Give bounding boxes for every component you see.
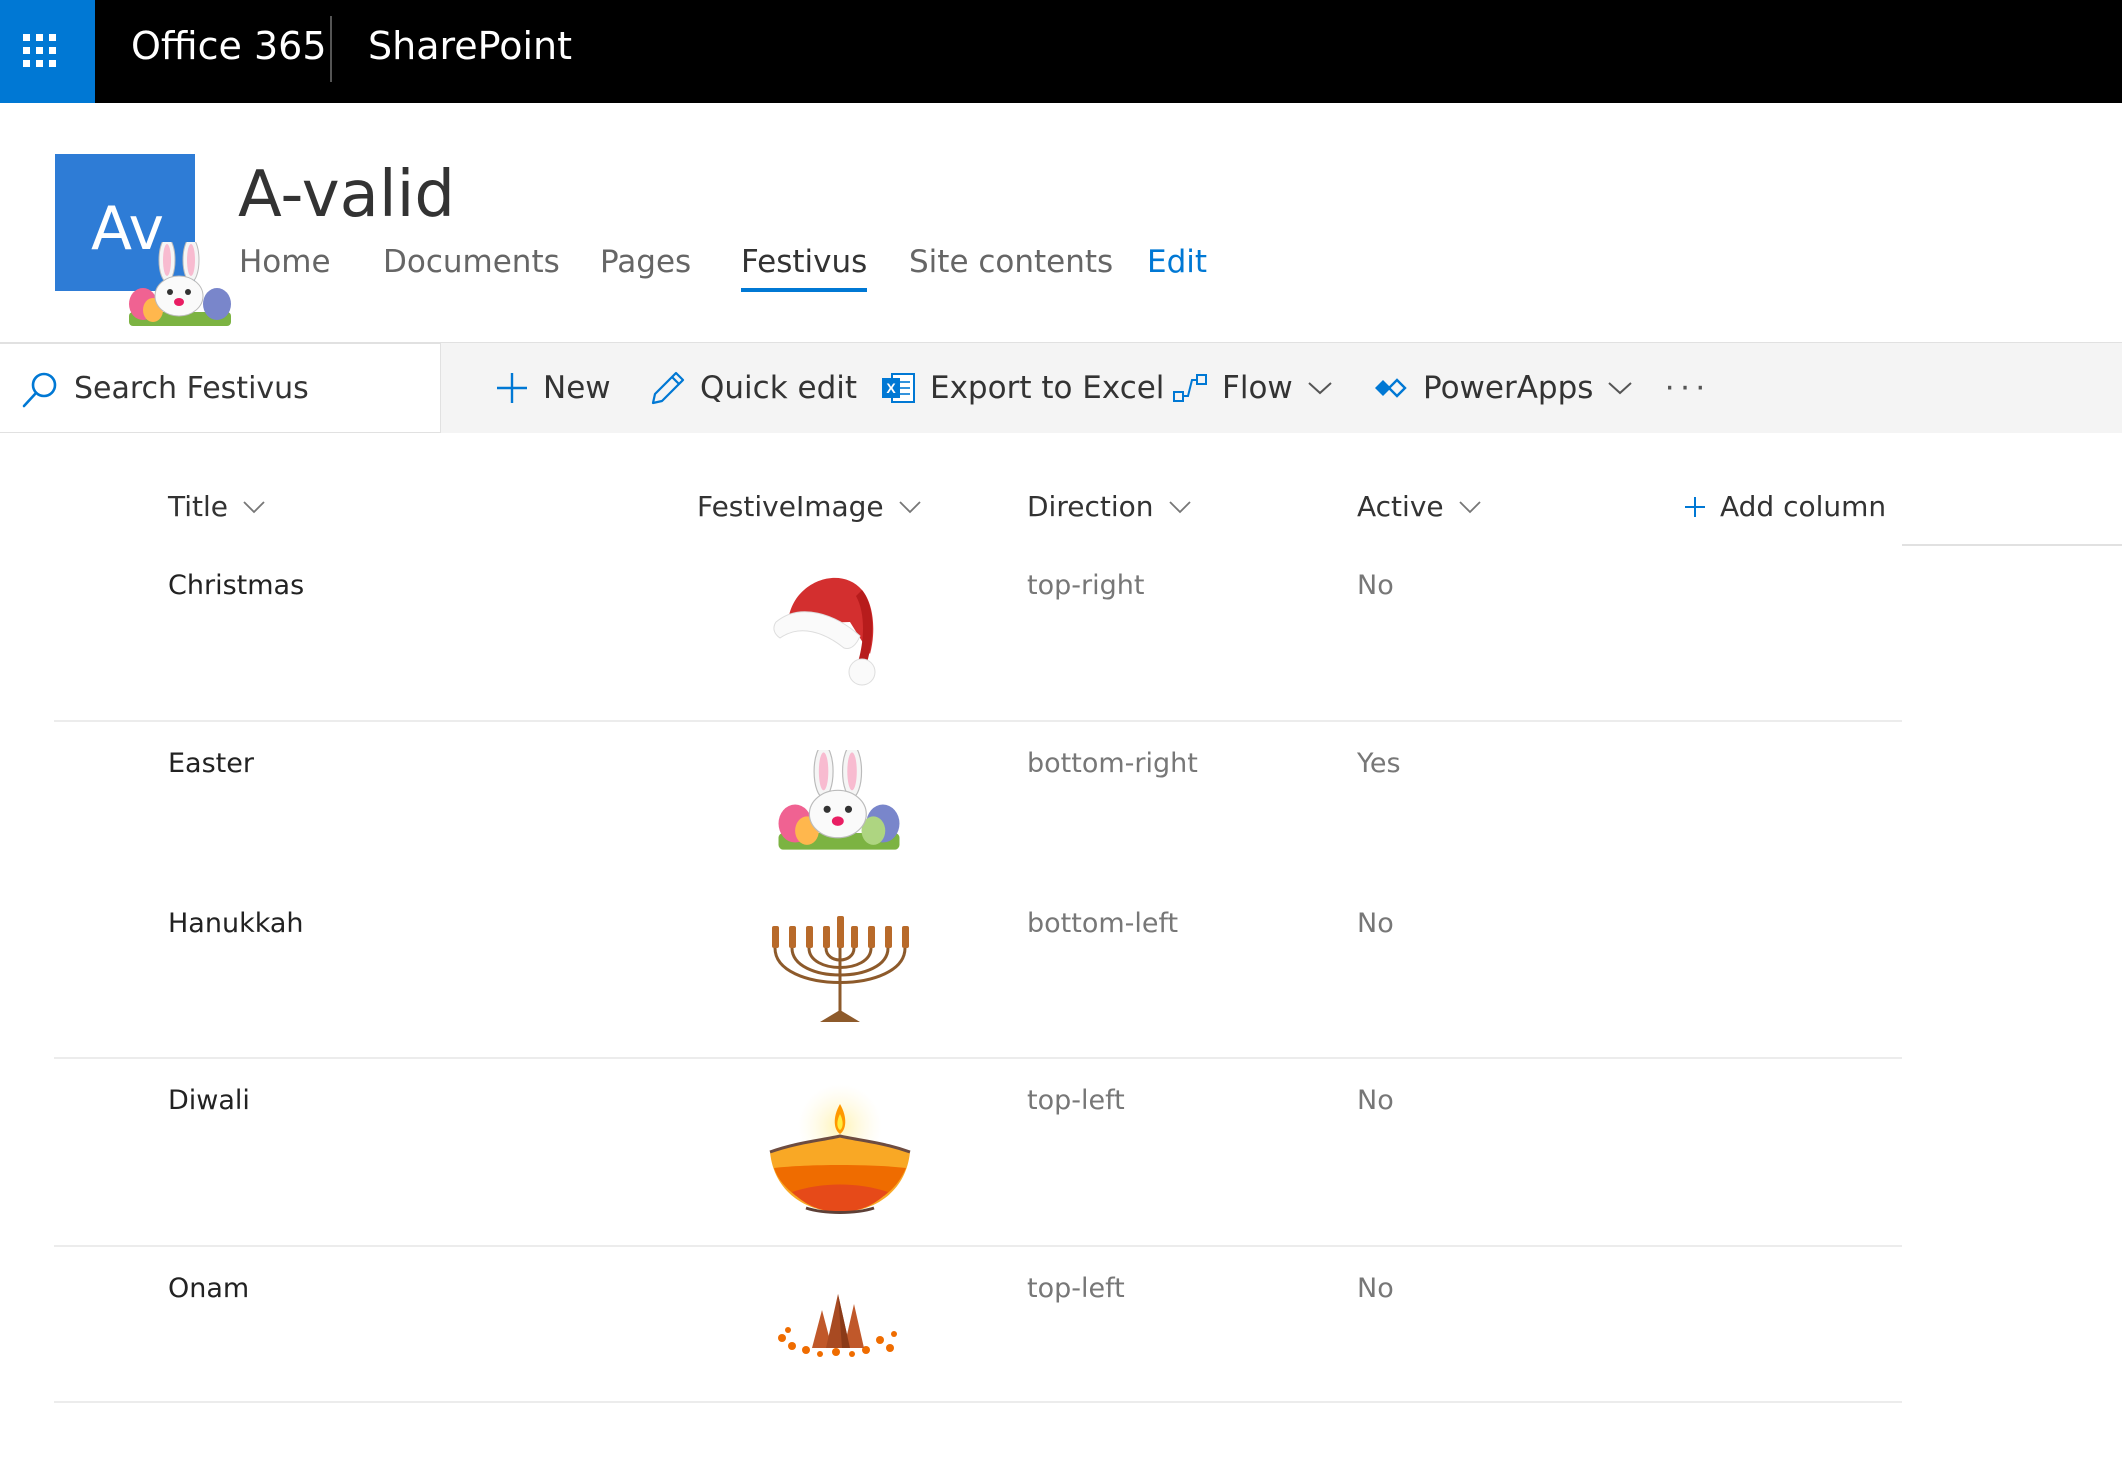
row-direction-christmas: top-right: [1027, 570, 1145, 601]
sharepoint-app-link[interactable]: SharePoint: [368, 24, 572, 68]
pencil-icon: [651, 371, 685, 405]
nav-pages[interactable]: Pages: [600, 244, 691, 280]
row-title-easter[interactable]: Easter: [168, 748, 254, 779]
office365-brand-link[interactable]: Office 365: [131, 24, 327, 68]
row-active-easter: Yes: [1357, 748, 1401, 779]
santa-hat-icon: [773, 577, 876, 686]
quick-edit-button[interactable]: Quick edit: [650, 343, 857, 433]
flow-icon: [1173, 374, 1207, 402]
plus-icon: [497, 373, 527, 403]
waffle-icon: [23, 34, 57, 68]
new-button[interactable]: New: [495, 343, 611, 433]
powerapps-menu-button[interactable]: PowerApps: [1373, 343, 1633, 433]
site-title[interactable]: A-valid: [238, 158, 455, 232]
nav-home[interactable]: Home: [239, 244, 331, 280]
row-direction-diwali: top-left: [1027, 1085, 1125, 1116]
quick-edit-label: Quick edit: [700, 370, 858, 406]
row-title-onam[interactable]: Onam: [168, 1273, 249, 1304]
app-launcher-button[interactable]: [0, 0, 95, 103]
nav-site-contents[interactable]: Site contents: [909, 244, 1113, 280]
row-title-hanukkah[interactable]: Hanukkah: [168, 908, 304, 939]
diya-lamp-icon: [769, 1084, 911, 1214]
export-to-excel-button[interactable]: X Export to Excel: [880, 343, 1164, 433]
row-divider: [54, 1245, 1902, 1247]
suite-bar: Office 365 SharePoint: [0, 0, 2122, 103]
row-active-hanukkah: No: [1357, 908, 1394, 939]
svg-text:X: X: [886, 380, 896, 396]
excel-icon: X: [882, 373, 915, 403]
row-title-diwali[interactable]: Diwali: [168, 1085, 250, 1116]
row-direction-hanukkah: bottom-left: [1027, 908, 1179, 939]
chevron-down-icon: [1308, 382, 1332, 395]
chevron-down-icon: [243, 500, 265, 513]
command-bar: Search Festivus New Quick edit X Export …: [0, 342, 2122, 433]
powerapps-icon: [1375, 378, 1407, 398]
row-divider: [54, 720, 1902, 722]
search-input[interactable]: Search Festivus: [74, 371, 309, 406]
column-header-festiveimage-label: FestiveImage: [697, 490, 884, 523]
more-commands-button[interactable]: ···: [1664, 367, 1710, 406]
row-divider: [54, 1401, 1902, 1403]
row-direction-onam: top-left: [1027, 1273, 1125, 1304]
flow-menu-button[interactable]: Flow: [1172, 343, 1333, 433]
new-button-label: New: [543, 370, 611, 406]
column-header-direction[interactable]: Direction: [1027, 490, 1192, 523]
chevron-down-icon: [1458, 500, 1481, 513]
chevron-down-icon: [899, 500, 921, 513]
search-icon: [22, 372, 57, 408]
row-direction-easter: bottom-right: [1027, 748, 1198, 779]
powerapps-label: PowerApps: [1423, 370, 1594, 406]
search-box[interactable]: Search Festivus: [0, 343, 441, 433]
column-header-active-label: Active: [1357, 490, 1444, 523]
column-header-festiveimage[interactable]: FestiveImage: [697, 490, 922, 523]
plus-icon: [1685, 496, 1705, 517]
row-title-christmas[interactable]: Christmas: [168, 570, 304, 601]
suite-divider: [330, 16, 332, 82]
nav-edit-link[interactable]: Edit: [1147, 244, 1207, 280]
header-divider: [1902, 544, 2122, 546]
row-active-onam: No: [1357, 1273, 1394, 1304]
column-header-direction-label: Direction: [1027, 490, 1154, 523]
add-column-button[interactable]: Add column: [1684, 490, 1886, 523]
column-header-title[interactable]: Title: [168, 490, 266, 523]
export-label: Export to Excel: [930, 370, 1165, 406]
row-active-diwali: No: [1357, 1085, 1394, 1116]
chevron-down-icon: [1168, 500, 1191, 513]
column-header-active[interactable]: Active: [1357, 490, 1482, 523]
add-column-label: Add column: [1720, 490, 1887, 523]
easter-bunny-icon: [778, 750, 900, 850]
chevron-down-icon: [1608, 382, 1633, 395]
nav-festivus[interactable]: Festivus: [741, 244, 868, 292]
column-header-title-label: Title: [168, 490, 229, 523]
row-active-christmas: No: [1357, 570, 1394, 601]
flow-label: Flow: [1222, 370, 1293, 406]
menorah-icon: [772, 916, 909, 1022]
onam-pookalam-icon: [778, 1294, 897, 1357]
easter-bunny-icon: [129, 242, 231, 326]
nav-documents[interactable]: Documents: [383, 244, 560, 280]
row-divider: [54, 1057, 1902, 1059]
